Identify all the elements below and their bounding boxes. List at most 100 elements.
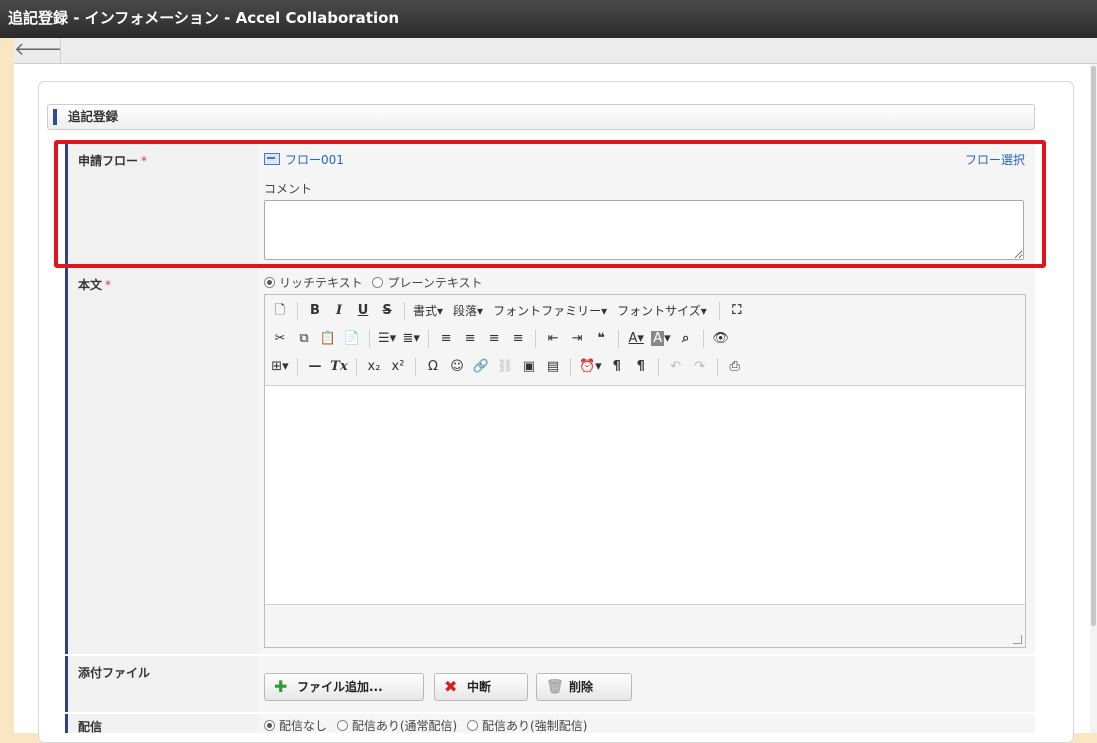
attachments-value-cell: ✚ ファイル追加... ✖ 中断 🗑 削除	[258, 656, 1035, 712]
paste-icon[interactable]: 📋	[319, 329, 337, 349]
delivery-label: 配信	[65, 714, 258, 733]
toolbar-separator	[618, 330, 620, 348]
horizontal-rule-icon[interactable]: —	[306, 357, 324, 377]
special-char-icon[interactable]: Ω	[424, 357, 442, 377]
flow-link[interactable]: フロー001	[264, 151, 344, 168]
flow-value-cell: フロー001 フロー選択 コメント	[258, 144, 1035, 264]
vertical-scrollbar[interactable]	[1090, 64, 1097, 733]
table-icon[interactable]: ⊞▾	[271, 357, 289, 377]
radio-forced-delivery[interactable]: 配信あり(強制配信)	[467, 719, 587, 733]
toolbar-separator	[657, 358, 659, 376]
find-icon[interactable]: ⌕	[677, 329, 695, 349]
nav-bar: 🡐	[14, 38, 1097, 64]
section-title: 追記登録	[68, 109, 119, 124]
flow-icon	[264, 153, 280, 165]
delivery-radio-group: 配信なし 配信あり(通常配信) 配信あり(強制配信)	[264, 717, 587, 733]
attachments-label: 添付ファイル	[65, 656, 258, 712]
add-file-button[interactable]: ✚ ファイル追加...	[264, 673, 424, 701]
ltr-icon[interactable]: ¶	[608, 357, 626, 377]
editor-toolbar: 🗋 B I U S 書式▾ 段落▾ フォントファミリー▾ フォントサイズ▾ ⛶ …	[265, 295, 1025, 386]
radio-no-delivery[interactable]: 配信なし	[264, 719, 327, 733]
section-header: 追記登録	[47, 104, 1035, 130]
copy-icon[interactable]: ⧉	[295, 329, 313, 349]
media-icon[interactable]: ▤	[544, 357, 562, 377]
toolbar-separator	[369, 330, 370, 348]
scrollbar-thumb[interactable]	[1091, 66, 1096, 626]
undo-icon[interactable]: ↶	[667, 357, 685, 377]
radio-icon	[372, 277, 384, 288]
window-title: 追記登録 - インフォメーション - Accel Collaboration	[0, 0, 1097, 38]
body-value-cell: リッチテキスト プレーンテキスト 🗋 B I U S 書式▾ 段落▾ フォントフ…	[258, 268, 1035, 654]
rtl-icon[interactable]: ¶	[632, 357, 650, 377]
background-color-icon[interactable]: A ▾	[651, 329, 671, 349]
radio-plain-text[interactable]: プレーンテキスト	[372, 276, 483, 290]
unlink-icon[interactable]: ⛓	[496, 357, 514, 377]
superscript-icon[interactable]: x²	[389, 357, 407, 377]
clear-format-icon[interactable]: Tx	[330, 357, 348, 377]
trash-icon: 🗑	[546, 679, 564, 695]
flow-select-link[interactable]: フロー選択	[965, 151, 1025, 168]
attachments-row: 添付ファイル ✚ ファイル追加... ✖ 中断 🗑 削除	[65, 656, 1035, 712]
flow-name: フロー001	[285, 153, 344, 167]
subscript-icon[interactable]: x₂	[365, 357, 383, 377]
outdent-icon[interactable]: ⇤	[544, 329, 562, 349]
preview-icon[interactable]: 👁	[712, 329, 730, 349]
delivery-value-cell: 配信なし 配信あり(通常配信) 配信あり(強制配信)	[258, 714, 1035, 733]
radio-icon	[264, 277, 275, 288]
bullet-list-icon[interactable]: ☰▾	[378, 329, 396, 349]
align-left-icon[interactable]: ≡	[437, 329, 455, 349]
strikethrough-icon[interactable]: S	[378, 301, 396, 321]
numbered-list-icon[interactable]: ≣▾	[402, 329, 420, 349]
image-icon[interactable]: ▣	[520, 357, 538, 377]
cancel-upload-button[interactable]: ✖ 中断	[434, 673, 528, 701]
format-dropdown[interactable]: 書式▾	[413, 301, 443, 321]
paste-text-icon[interactable]: 📄	[343, 329, 361, 349]
plus-icon: ✚	[274, 677, 288, 696]
radio-icon	[467, 720, 479, 731]
toolbar-row-3: ⊞▾ — Tx x₂ x² Ω ☺ 🔗 ⛓ ▣ ▤ ⏰▾ ¶ ¶ ↶ ↷ ⎙	[271, 355, 750, 379]
new-document-icon[interactable]: 🗋	[271, 301, 289, 321]
font-size-dropdown[interactable]: フォントサイズ▾	[617, 301, 707, 321]
datetime-icon[interactable]: ⏰▾	[579, 357, 602, 377]
redo-icon[interactable]: ↷	[691, 357, 709, 377]
indent-icon[interactable]: ⇥	[568, 329, 586, 349]
toolbar-separator	[297, 302, 298, 320]
text-color-icon[interactable]: A▾	[627, 329, 645, 349]
comment-textarea[interactable]	[264, 200, 1024, 260]
rich-text-editor: 🗋 B I U S 書式▾ 段落▾ フォントファミリー▾ フォントサイズ▾ ⛶ …	[264, 294, 1026, 648]
align-center-icon[interactable]: ≡	[461, 329, 479, 349]
flow-row: 申請フロー * フロー001 フロー選択 コメント	[65, 144, 1035, 264]
close-icon: ✖	[444, 677, 458, 696]
toolbar-separator	[297, 358, 298, 376]
resize-handle[interactable]	[1013, 635, 1022, 644]
font-family-dropdown[interactable]: フォントファミリー▾	[493, 301, 607, 321]
toolbar-separator	[356, 358, 357, 376]
toolbar-separator	[718, 302, 720, 320]
align-justify-icon[interactable]: ≡	[509, 329, 527, 349]
toolbar-separator	[570, 358, 571, 376]
blockquote-icon[interactable]: ❝	[592, 329, 610, 349]
back-button[interactable]: 🡐	[14, 38, 63, 64]
toolbar-row-1: 🗋 B I U S 書式▾ 段落▾ フォントファミリー▾ フォントサイズ▾ ⛶	[271, 299, 752, 323]
comment-label: コメント	[264, 182, 313, 196]
link-icon[interactable]: 🔗	[472, 357, 490, 377]
toolbar-separator	[415, 358, 416, 376]
paragraph-dropdown[interactable]: 段落▾	[453, 301, 483, 321]
format-radio-group: リッチテキスト プレーンテキスト	[264, 274, 489, 291]
bold-icon[interactable]: B	[306, 301, 324, 321]
arrow-left-icon: 🡐	[14, 39, 63, 60]
print-icon[interactable]: ⎙	[726, 357, 744, 377]
cut-icon[interactable]: ✂	[271, 329, 289, 349]
toolbar-separator	[404, 302, 405, 320]
radio-rich-text[interactable]: リッチテキスト	[264, 276, 363, 290]
align-right-icon[interactable]: ≡	[485, 329, 503, 349]
underline-icon[interactable]: U	[354, 301, 372, 321]
radio-normal-delivery[interactable]: 配信あり(通常配信)	[336, 719, 457, 733]
radio-icon	[264, 720, 275, 731]
delete-button[interactable]: 🗑 削除	[536, 673, 632, 701]
italic-icon[interactable]: I	[330, 301, 348, 321]
delivery-row: 配信 配信なし 配信あり(通常配信) 配信あり(強制配信)	[65, 714, 1035, 733]
emoticon-icon[interactable]: ☺	[448, 357, 466, 377]
editor-content-area[interactable]	[265, 386, 1025, 606]
fullscreen-icon[interactable]: ⛶	[728, 301, 746, 321]
